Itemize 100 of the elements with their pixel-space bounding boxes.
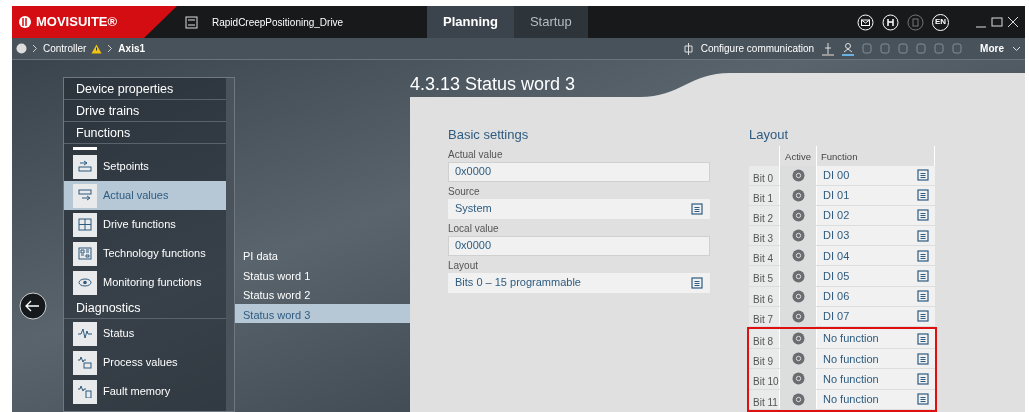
function-dropdown[interactable]: DI 06 xyxy=(817,286,935,306)
row-label: Bit 0 xyxy=(749,165,780,185)
breadcrumb-link[interactable]: Axis1 xyxy=(118,41,146,56)
function-dropdown[interactable]: DI 03 xyxy=(817,226,935,246)
function-dropdown[interactable]: DI 04 xyxy=(817,246,935,266)
chart-icon xyxy=(78,356,92,369)
function-dropdown[interactable]: No function xyxy=(817,349,935,369)
list-item[interactable]: Status word 3 xyxy=(235,303,410,323)
output-icon xyxy=(78,189,92,202)
menu-icon xyxy=(917,352,929,365)
person-icon[interactable] xyxy=(842,41,855,56)
function-dropdown[interactable]: No function xyxy=(817,389,935,409)
menu-icon xyxy=(917,249,929,262)
toggle-icon[interactable] xyxy=(791,372,805,386)
navigation-item[interactable]: Technology functions xyxy=(64,239,226,268)
toggle-icon[interactable] xyxy=(791,269,805,283)
section-header[interactable]: Drive trains xyxy=(64,100,226,122)
section-header[interactable]: Device properties xyxy=(64,78,226,100)
toggle-icon[interactable] xyxy=(791,392,805,406)
navigation-item[interactable]: Drive functions xyxy=(64,210,226,239)
toggle-icon[interactable] xyxy=(791,188,805,202)
toggle-icon[interactable] xyxy=(791,289,805,303)
field-label: Actual value xyxy=(448,147,504,162)
log-icon xyxy=(78,385,92,398)
navigation-item[interactable]: Process values xyxy=(64,348,226,377)
function-dropdown[interactable]: DI 05 xyxy=(817,266,935,286)
navigation-item[interactable]: Fault memory xyxy=(64,377,226,406)
list-item[interactable]: PI data xyxy=(235,245,410,265)
logo-icon xyxy=(18,15,32,29)
input-icon xyxy=(78,160,92,173)
row-label: Bit 9 xyxy=(749,349,780,369)
function-dropdown[interactable]: DI 01 xyxy=(817,185,935,205)
toggle-icon[interactable] xyxy=(791,352,805,366)
menu-icon xyxy=(691,202,703,215)
toggle-icon[interactable] xyxy=(791,309,805,323)
tab[interactable]: Planning xyxy=(427,6,514,38)
row-label: Bit 8 xyxy=(749,329,780,349)
row-label: Bit 4 xyxy=(749,246,780,266)
dropdown[interactable]: Bits 0 – 15 programmable xyxy=(448,272,710,293)
tab[interactable]: Startup xyxy=(513,6,588,38)
section-heading: Layout xyxy=(749,126,790,144)
page-title: 4.3.13 Status word 3 xyxy=(410,73,577,96)
chevron-down-icon[interactable] xyxy=(1012,45,1021,52)
toggle-icon[interactable] xyxy=(791,332,805,346)
chevron-icon xyxy=(107,44,114,53)
row-label: Bit 5 xyxy=(749,266,780,286)
value-field: 0x0000 xyxy=(448,235,710,256)
logo-text: MOVISUITE® xyxy=(36,13,118,32)
menu-icon xyxy=(917,310,929,323)
eye-icon xyxy=(78,276,92,289)
menu-icon xyxy=(917,229,929,242)
row-label: Bit 3 xyxy=(749,226,780,246)
field-label: Source xyxy=(448,184,481,199)
toggle-icon[interactable] xyxy=(791,208,805,222)
function-dropdown[interactable]: DI 02 xyxy=(817,205,935,226)
menu-icon xyxy=(917,270,929,283)
column-header: Function xyxy=(817,145,935,166)
toggle-icon[interactable] xyxy=(791,229,805,243)
maximize-icon[interactable] xyxy=(991,16,1003,28)
field-label: Layout xyxy=(448,258,480,273)
column-header: Active xyxy=(780,145,817,166)
scrollbar[interactable] xyxy=(226,78,234,411)
navigation-item[interactable]: Setpoints xyxy=(64,152,226,181)
section-heading: Basic settings xyxy=(448,126,530,144)
toggle-icon[interactable] xyxy=(791,168,805,182)
menu-icon xyxy=(917,209,929,222)
row-label: Bit 10 xyxy=(749,369,780,389)
project-title: RapidCreepPositioning_Drive xyxy=(212,15,345,30)
navigation-item[interactable]: Monitoring functions xyxy=(64,268,226,297)
mail-icon[interactable] xyxy=(857,13,874,31)
dropdown[interactable]: System xyxy=(448,198,710,219)
section-header[interactable]: Diagnostics xyxy=(64,297,226,319)
list-item[interactable]: Status word 2 xyxy=(235,284,410,304)
save-icon[interactable] xyxy=(185,15,198,29)
function-dropdown[interactable]: DI 00 xyxy=(817,165,935,185)
grid-icon xyxy=(78,218,92,231)
value-field: 0x0000 xyxy=(448,161,710,182)
menu-icon xyxy=(917,332,929,345)
list-item[interactable]: Status word 1 xyxy=(235,264,410,284)
section-header[interactable]: Functions xyxy=(64,122,226,144)
blocks-icon xyxy=(78,247,92,260)
document-icon[interactable] xyxy=(907,13,924,31)
close-icon[interactable] xyxy=(1007,16,1019,28)
pulse-icon xyxy=(78,327,92,340)
function-dropdown[interactable]: No function xyxy=(817,369,935,389)
function-dropdown[interactable]: No function xyxy=(817,329,935,349)
navigation-item[interactable]: Status xyxy=(64,319,226,348)
chevron-icon xyxy=(32,44,38,53)
menu-icon xyxy=(917,169,929,182)
menu-icon xyxy=(917,372,929,385)
menu-icon xyxy=(917,189,929,202)
menu-icon xyxy=(691,276,703,289)
toggle-icon[interactable] xyxy=(791,249,805,263)
more-menu-button[interactable]: More xyxy=(980,41,1004,56)
function-dropdown[interactable]: DI 07 xyxy=(817,306,935,326)
menu-icon xyxy=(917,290,929,303)
navigation-item[interactable]: Actual values xyxy=(64,181,226,210)
configure-communication-link[interactable]: Configure communication xyxy=(700,41,815,56)
back-button[interactable] xyxy=(19,292,47,320)
breadcrumb-link[interactable]: Controller xyxy=(43,41,87,56)
